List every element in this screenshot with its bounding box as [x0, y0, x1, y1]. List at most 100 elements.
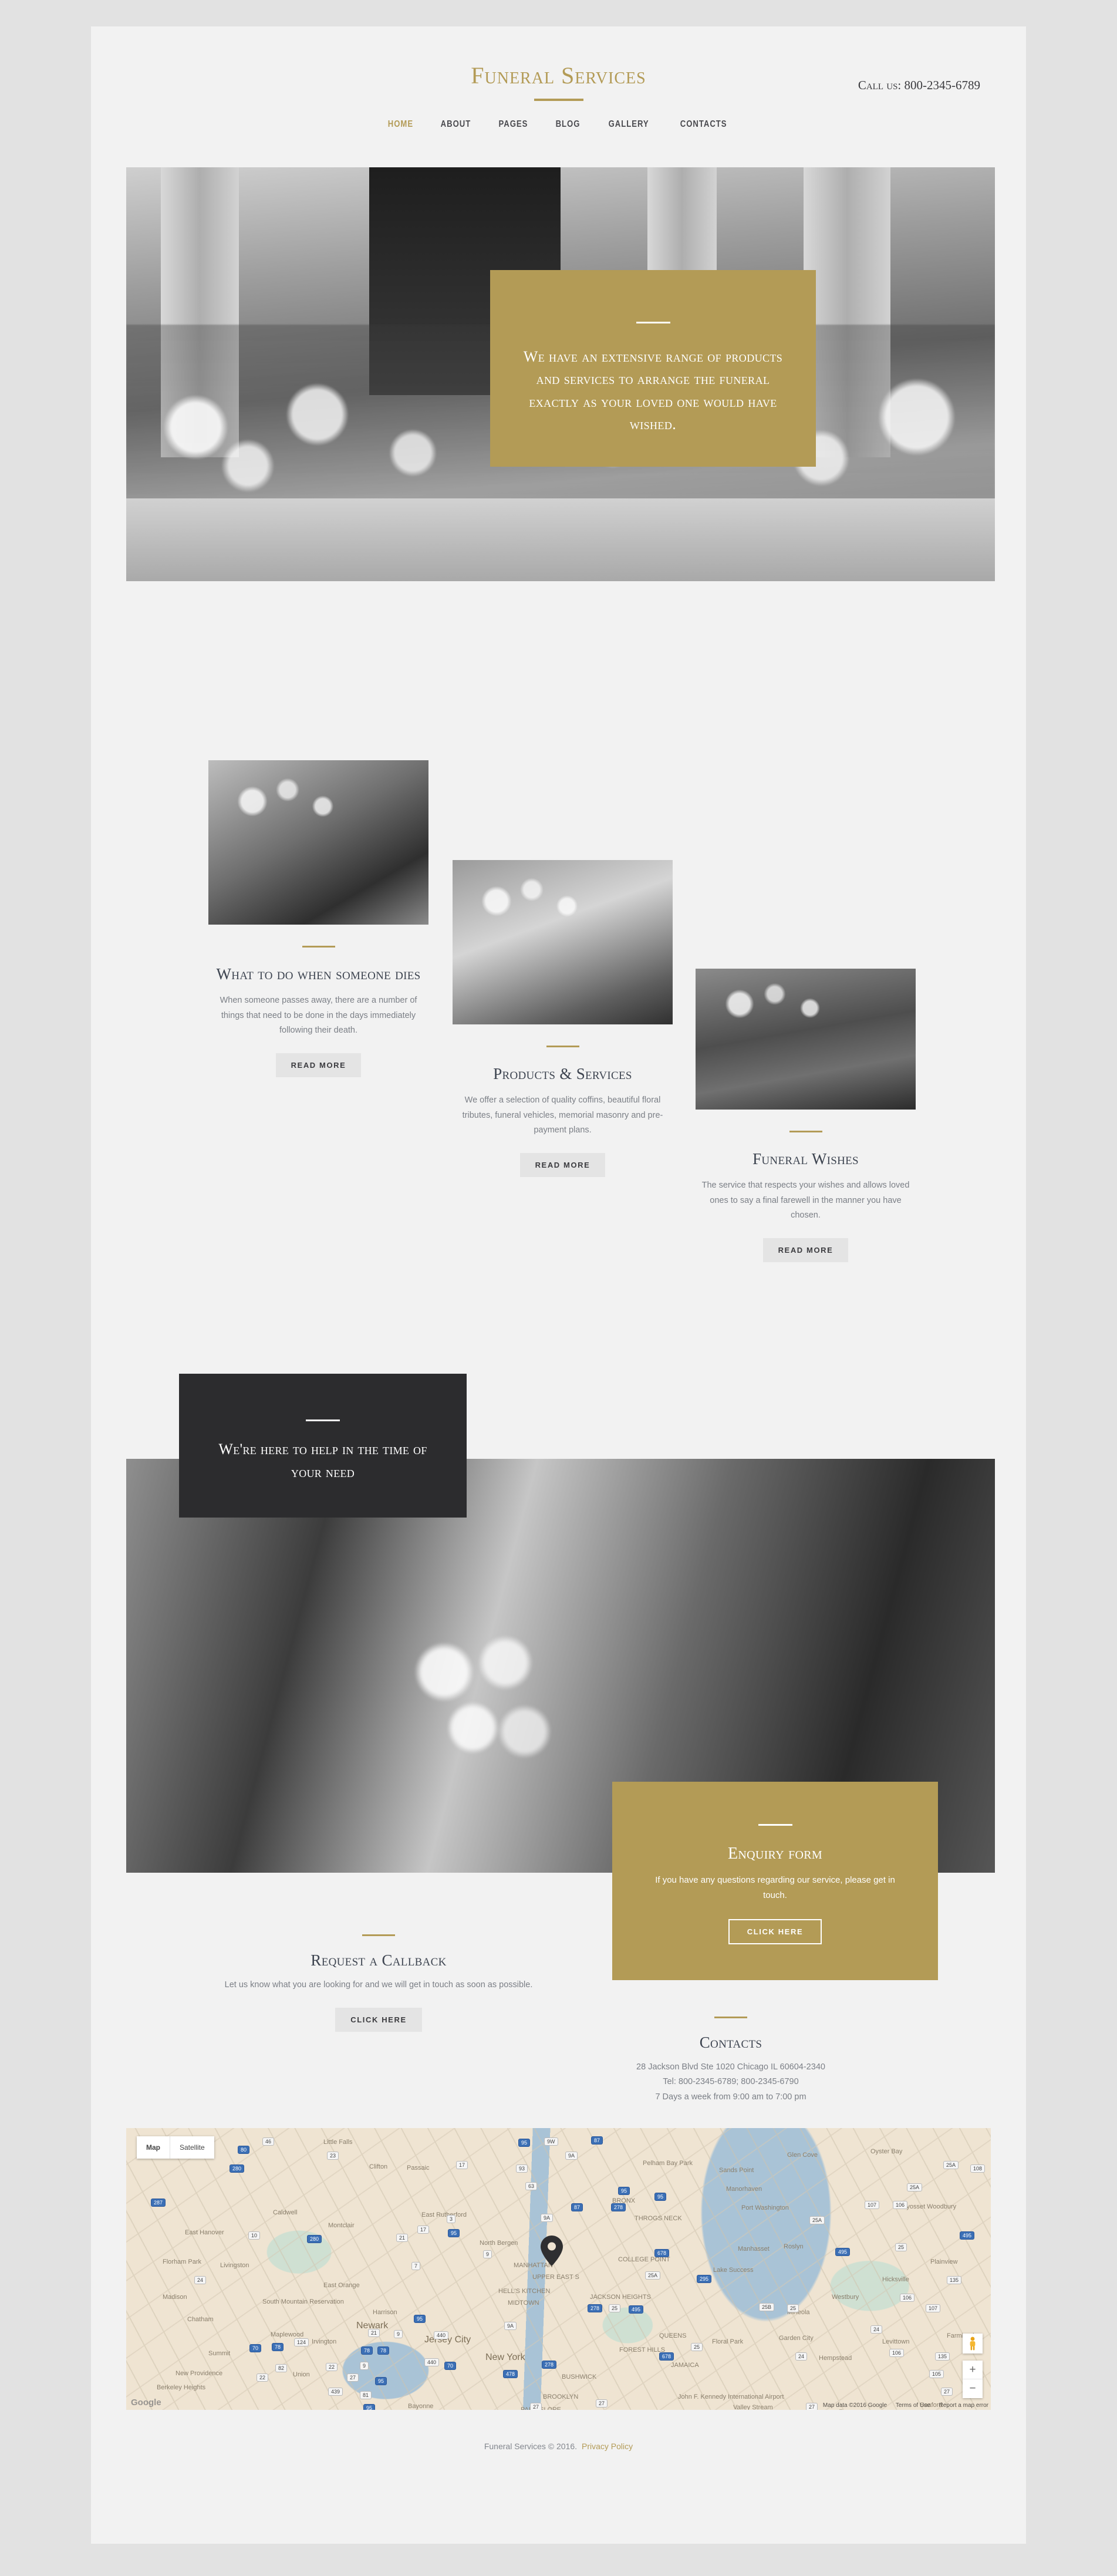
hero-divider	[636, 322, 670, 323]
map-route-shield: 95	[654, 2193, 667, 2201]
map-place-label: BUSHWICK	[562, 2373, 597, 2381]
map-place-label: Maplewood	[271, 2331, 304, 2338]
map-route-shield: 27	[941, 2388, 953, 2396]
map-place-label: Little Falls	[323, 2139, 353, 2146]
nav-item-blog[interactable]: Blog	[555, 119, 580, 130]
map-route-shield: 25A	[943, 2161, 959, 2169]
map-place-label: Livingston	[220, 2262, 249, 2269]
map-place-label: Summit	[208, 2350, 231, 2357]
nav-item-contacts[interactable]: Contacts	[680, 119, 727, 130]
privacy-policy-link[interactable]: Privacy Policy	[582, 2442, 633, 2451]
zoom-in-button[interactable]: +	[963, 2361, 983, 2379]
map-route-shield: 82	[275, 2364, 288, 2372]
map-route-shield: 9	[394, 2330, 403, 2338]
map-route-shield: 106	[893, 2201, 908, 2209]
map-place-label: Floral Park	[712, 2338, 744, 2345]
street-view-pegman-icon[interactable]	[963, 2334, 983, 2354]
map-place-label: East Rutherford	[421, 2211, 467, 2218]
service-card: Funeral Wishes The service that respects…	[696, 969, 916, 1263]
map-route-shield: 27	[530, 2403, 542, 2410]
map-place-label: Harrison	[373, 2309, 397, 2316]
callback-divider	[362, 1934, 395, 1936]
map-route-shield: 21	[368, 2329, 380, 2337]
service-card-body: We offer a selection of quality coffins,…	[462, 1095, 663, 1135]
page-container: Funeral Services Call us: 800-2345-6789 …	[91, 26, 1026, 2544]
map-route-shield: 22	[326, 2363, 338, 2371]
google-logo: Google	[131, 2398, 161, 2408]
map-zoom-controls: + −	[963, 2361, 983, 2398]
map-terms-link[interactable]: Terms of Use	[896, 2402, 930, 2409]
phone-label[interactable]: Call us: 800-2345-6789	[858, 78, 980, 93]
location-map[interactable]: Parsippany-TroyLittle FallsCliftonPassai…	[126, 2128, 991, 2410]
map-route-shield: 9A	[504, 2322, 517, 2330]
map-attribution: Map data ©2016 Google Terms of Use Repor…	[816, 2402, 988, 2409]
service-card-image-detail	[453, 860, 673, 1024]
map-marker-pin[interactable]	[541, 2236, 563, 2266]
map-roads	[126, 2128, 991, 2410]
map-route-shield: 278	[588, 2304, 603, 2312]
bouquet-detail	[387, 1616, 578, 1803]
map-route-shield: 106	[889, 2349, 905, 2357]
service-card-divider	[302, 946, 335, 948]
map-place-label: BROOKLYN	[543, 2393, 579, 2400]
map-route-shield: 70	[444, 2362, 457, 2370]
service-card-image-detail	[208, 760, 428, 925]
contacts-block: Contacts 28 Jackson Blvd Ste 1020 Chicag…	[561, 2017, 901, 2105]
help-divider	[306, 1420, 340, 1421]
read-more-button[interactable]: Read more	[275, 1053, 362, 1078]
map-route-shield: 27	[596, 2399, 608, 2408]
callback-click-here-button[interactable]: Click here	[335, 2008, 422, 2032]
nav-item-about[interactable]: About	[441, 119, 471, 130]
service-card-body: The service that respects your wishes an…	[701, 1181, 910, 1220]
map-route-shield: 107	[926, 2304, 941, 2312]
map-route-shield: 107	[865, 2201, 880, 2209]
nav-item-gallery[interactable]: Gallery	[609, 119, 649, 130]
service-card: Products & Services We offer a selection…	[453, 860, 673, 1178]
nav-item-home[interactable]: Home	[388, 119, 413, 130]
map-route-shield: 95	[618, 2187, 630, 2195]
map-place-label: East Hanover	[185, 2229, 224, 2236]
map-route-shield: 81	[360, 2391, 372, 2399]
service-card: What to do when someone dies When someon…	[208, 760, 428, 1078]
map-route-shield: 678	[659, 2352, 674, 2361]
map-route-shield: 280	[307, 2235, 322, 2243]
callback-body: Let us know what you are looking for and…	[224, 1980, 533, 1990]
map-place-label: Bayonne	[408, 2403, 434, 2410]
map-route-shield: 95	[375, 2377, 387, 2385]
read-more-button[interactable]: Read more	[519, 1153, 606, 1178]
map-toggle-map[interactable]: Map	[137, 2136, 170, 2159]
map-place-label: Hicksville	[882, 2276, 909, 2283]
map-place-label: UPPER EAST S	[532, 2274, 579, 2281]
map-place-label: Garden City	[779, 2335, 814, 2342]
map-route-shield: 25B	[759, 2303, 775, 2311]
map-route-shield: 10	[248, 2231, 261, 2240]
map-toggle-satellite[interactable]: Satellite	[170, 2136, 214, 2159]
map-report-link[interactable]: Report a map error	[939, 2402, 988, 2409]
map-place-label: Sands Point	[719, 2167, 754, 2174]
map-place-label: Valley Stream	[733, 2404, 773, 2410]
map-route-shield: 78	[361, 2346, 373, 2355]
map-place-label: Glen Cove	[787, 2152, 818, 2159]
nav-item-pages[interactable]: Pages	[499, 119, 528, 130]
zoom-out-button[interactable]: −	[963, 2379, 983, 2398]
map-place-label: Florham Park	[163, 2258, 202, 2265]
map-place-label: Freeport	[839, 2409, 863, 2410]
contacts-divider	[714, 2017, 747, 2018]
map-place-label: Montclair	[328, 2222, 355, 2229]
map-place-label: Union	[293, 2371, 310, 2378]
hero-headline: We have an extensive range of products a…	[523, 348, 783, 433]
map-route-shield: 278	[611, 2203, 626, 2211]
site-header: Funeral Services Call us: 800-2345-6789 …	[91, 26, 1026, 144]
map-route-shield: 95	[363, 2404, 376, 2410]
map-place-label: JACKSON HEIGHTS	[590, 2294, 651, 2301]
map-route-shield: 3	[447, 2215, 456, 2223]
read-more-button[interactable]: Read more	[762, 1238, 849, 1263]
help-headline: We're here to help in the time of your n…	[218, 1441, 427, 1481]
callback-title: Request a Callback	[311, 1951, 447, 1969]
map-route-shield: 95	[518, 2139, 531, 2147]
map-place-label: New York	[485, 2352, 525, 2362]
map-place-label: Clifton	[369, 2163, 388, 2170]
map-place-label: Lake Success	[713, 2267, 754, 2274]
map-place-label: Levittown	[882, 2338, 910, 2345]
map-route-shield: 9A	[565, 2152, 578, 2160]
